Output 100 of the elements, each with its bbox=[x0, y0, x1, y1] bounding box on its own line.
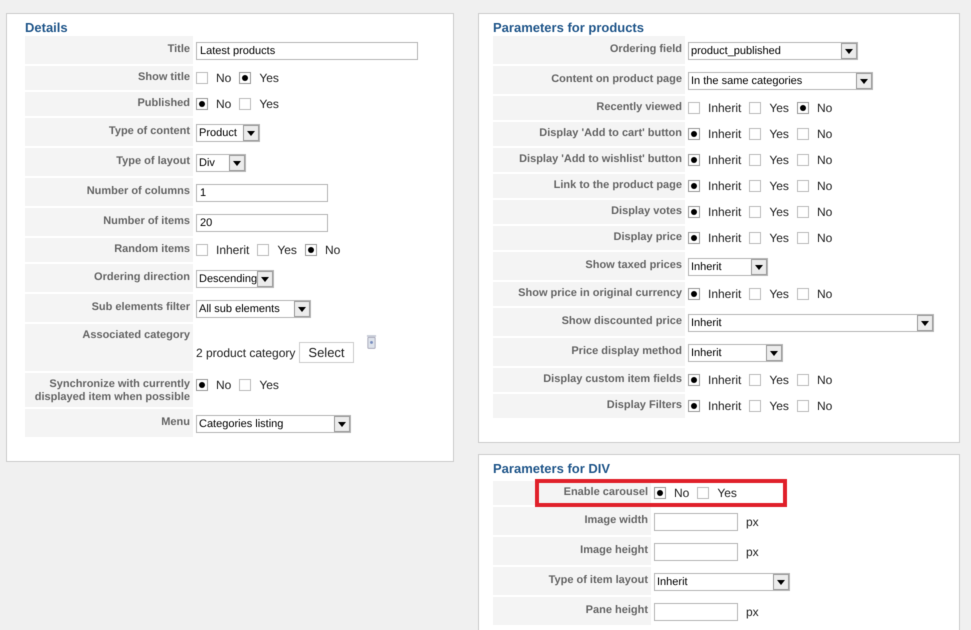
radio-button[interactable] bbox=[749, 374, 762, 386]
radio-button[interactable] bbox=[796, 128, 809, 140]
dropdown[interactable]: product_published bbox=[688, 42, 858, 60]
option-label: No bbox=[816, 287, 832, 301]
radio-button[interactable] bbox=[749, 288, 762, 300]
radio-button[interactable] bbox=[796, 232, 809, 244]
radio-button[interactable] bbox=[239, 72, 252, 84]
radio-button[interactable] bbox=[749, 102, 762, 114]
option-label: Yes bbox=[769, 127, 789, 141]
radio-button[interactable] bbox=[749, 232, 762, 244]
radio-button[interactable] bbox=[688, 400, 700, 412]
text-input[interactable]: Latest products bbox=[196, 42, 418, 60]
caret-icon bbox=[243, 125, 259, 141]
radio-button[interactable] bbox=[796, 288, 809, 300]
radio-button[interactable] bbox=[654, 487, 666, 499]
dropdown[interactable]: In the same categories bbox=[688, 72, 873, 90]
radio-button[interactable] bbox=[688, 288, 700, 300]
radio-button[interactable] bbox=[688, 128, 700, 140]
option-label: No bbox=[816, 231, 832, 245]
dropdown[interactable]: Descending bbox=[196, 270, 274, 288]
radio-button[interactable] bbox=[196, 72, 208, 84]
field-label: Sub elements filter bbox=[25, 294, 195, 322]
radio-button[interactable] bbox=[196, 379, 208, 391]
dropdown[interactable]: Div bbox=[196, 154, 246, 172]
radio-button[interactable] bbox=[196, 244, 208, 256]
dropdown[interactable]: Product bbox=[196, 124, 260, 142]
field-label: Display Filters bbox=[493, 394, 687, 418]
option-label: Yes bbox=[769, 373, 789, 387]
radio-button[interactable] bbox=[239, 379, 252, 391]
radio-button[interactable] bbox=[796, 206, 809, 218]
field-label: Pane height bbox=[493, 597, 653, 625]
caret-icon bbox=[294, 301, 310, 317]
section-heading: Parameters for DIV bbox=[493, 461, 612, 477]
radio-button[interactable] bbox=[796, 154, 809, 166]
dropdown[interactable]: Inherit bbox=[654, 573, 790, 591]
option-label: Inherit bbox=[216, 243, 250, 257]
field-label: Number of columns bbox=[25, 178, 195, 206]
radio-button[interactable] bbox=[688, 206, 700, 218]
radio-button[interactable] bbox=[697, 487, 710, 499]
caret-icon bbox=[917, 315, 933, 331]
option-label: Yes bbox=[769, 231, 789, 245]
radio-button[interactable] bbox=[796, 102, 809, 114]
radio-button[interactable] bbox=[749, 180, 762, 192]
option-label: Yes bbox=[769, 101, 789, 115]
option-label: No bbox=[816, 373, 832, 387]
radio-button[interactable] bbox=[749, 154, 762, 166]
dropdown[interactable]: Inherit bbox=[688, 314, 934, 332]
field-label: Show discounted price bbox=[493, 308, 687, 336]
field-label: Published bbox=[25, 92, 195, 116]
option-label: No bbox=[816, 127, 832, 141]
radio-button[interactable] bbox=[196, 98, 208, 110]
caret-icon bbox=[841, 43, 857, 59]
field-label: Show price in original currency bbox=[493, 282, 687, 306]
radio-button[interactable] bbox=[688, 232, 700, 244]
radio-button[interactable] bbox=[688, 180, 700, 192]
option-label: Yes bbox=[259, 71, 279, 85]
option-label: Yes bbox=[717, 486, 737, 500]
option-label: No bbox=[216, 378, 232, 392]
option-label: Inherit bbox=[708, 231, 742, 245]
dropdown[interactable]: All sub elements bbox=[196, 300, 311, 318]
field-label: Display votes bbox=[493, 200, 687, 224]
field-label: Display price bbox=[493, 226, 687, 250]
radio-button[interactable] bbox=[304, 244, 317, 256]
field-label: Show title bbox=[25, 66, 195, 90]
text-input[interactable] bbox=[654, 513, 738, 531]
dropdown[interactable]: Inherit bbox=[688, 258, 768, 276]
radio-button[interactable] bbox=[688, 374, 700, 386]
radio-button[interactable] bbox=[749, 206, 762, 218]
field-label: Synchronize with currently displayed item when possible bbox=[25, 373, 195, 407]
radio-button[interactable] bbox=[796, 400, 809, 412]
field-label: Menu bbox=[25, 409, 195, 437]
text-input[interactable]: 1 bbox=[196, 184, 328, 202]
dropdown[interactable]: Categories listing bbox=[196, 415, 351, 433]
caret-icon bbox=[229, 155, 245, 171]
radio-button[interactable] bbox=[749, 400, 762, 412]
option-label: No bbox=[674, 486, 690, 500]
radio-button[interactable] bbox=[239, 98, 252, 110]
caret-icon bbox=[751, 259, 767, 275]
dropdown[interactable]: Inherit bbox=[688, 344, 783, 362]
field-label: Show taxed prices bbox=[493, 252, 687, 280]
option-label: Yes bbox=[259, 378, 279, 392]
trash-icon[interactable] bbox=[366, 334, 377, 349]
radio-button[interactable] bbox=[796, 374, 809, 386]
field-label: Type of content bbox=[25, 118, 195, 146]
field-label: Display 'Add to wishlist' button bbox=[493, 148, 687, 172]
field-label: Type of item layout bbox=[493, 567, 653, 595]
radio-button[interactable] bbox=[688, 154, 700, 166]
select-button[interactable]: Select bbox=[299, 342, 354, 363]
text-input[interactable]: 20 bbox=[196, 214, 328, 232]
option-label: Inherit bbox=[708, 399, 742, 413]
radio-button[interactable] bbox=[796, 180, 809, 192]
field-label: Link to the product page bbox=[493, 174, 687, 198]
option-label: Yes bbox=[277, 243, 297, 257]
radio-button[interactable] bbox=[257, 244, 270, 256]
radio-button[interactable] bbox=[688, 102, 700, 114]
option-label: Yes bbox=[769, 153, 789, 167]
text-input[interactable] bbox=[654, 603, 738, 621]
text-input[interactable] bbox=[654, 543, 738, 561]
option-label: Yes bbox=[259, 97, 279, 111]
radio-button[interactable] bbox=[749, 128, 762, 140]
